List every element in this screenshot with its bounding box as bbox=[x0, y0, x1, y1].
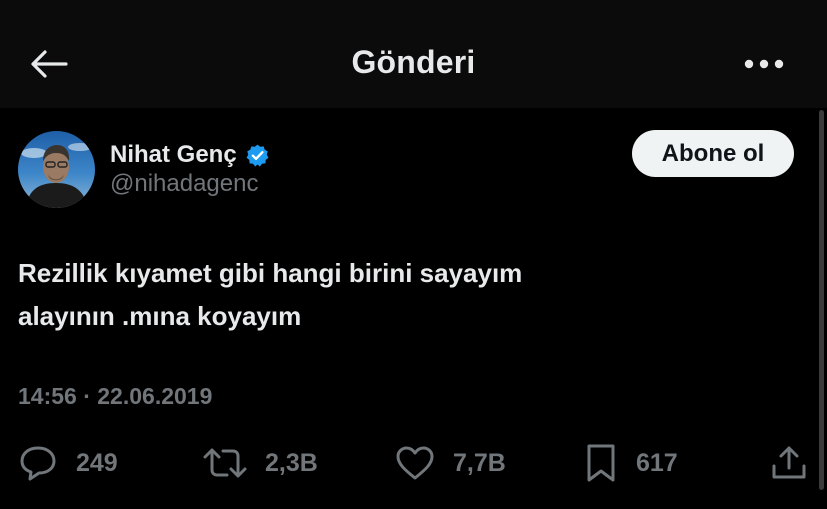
like-button[interactable]: 7,7B bbox=[395, 440, 506, 486]
verified-badge-icon bbox=[245, 143, 270, 168]
reply-button[interactable]: 249 bbox=[18, 440, 118, 486]
page-title: Gönderi bbox=[351, 44, 476, 80]
heart-icon bbox=[396, 446, 434, 480]
post-text-line: alayının .mına koyayım bbox=[18, 301, 302, 331]
more-button[interactable] bbox=[738, 46, 790, 82]
follow-button[interactable]: Abone ol bbox=[632, 130, 794, 177]
share-icon bbox=[772, 446, 806, 479]
author-name-row[interactable]: Nihat Genç bbox=[110, 138, 270, 172]
bookmark-button[interactable]: 617 bbox=[584, 440, 678, 486]
post-text: Rezillik kıyamet gibi hangi birini sayay… bbox=[18, 252, 778, 338]
author-handle[interactable]: @nihadagenc bbox=[110, 170, 258, 198]
repost-count: 2,3B bbox=[265, 448, 318, 477]
repost-icon bbox=[203, 448, 247, 478]
post-detail-screen: Gönderi Nihat Genç @nihadagenc Abone ol … bbox=[0, 0, 827, 509]
share-button[interactable] bbox=[770, 440, 808, 486]
scrollbar[interactable] bbox=[819, 110, 824, 490]
top-bar: Gönderi bbox=[0, 0, 827, 108]
avatar[interactable] bbox=[18, 131, 95, 208]
repost-button[interactable]: 2,3B bbox=[203, 440, 318, 486]
author-name[interactable]: Nihat Genç bbox=[110, 141, 237, 169]
reply-icon bbox=[20, 446, 56, 481]
post-timestamp[interactable]: 14:56 · 22.06.2019 bbox=[18, 383, 212, 410]
post-text-line: Rezillik kıyamet gibi hangi birini sayay… bbox=[18, 258, 523, 288]
bookmark-icon bbox=[587, 444, 615, 482]
reply-count: 249 bbox=[76, 448, 118, 477]
more-horizontal-icon bbox=[744, 59, 784, 69]
bookmark-count: 617 bbox=[636, 448, 678, 477]
like-count: 7,7B bbox=[453, 448, 506, 477]
